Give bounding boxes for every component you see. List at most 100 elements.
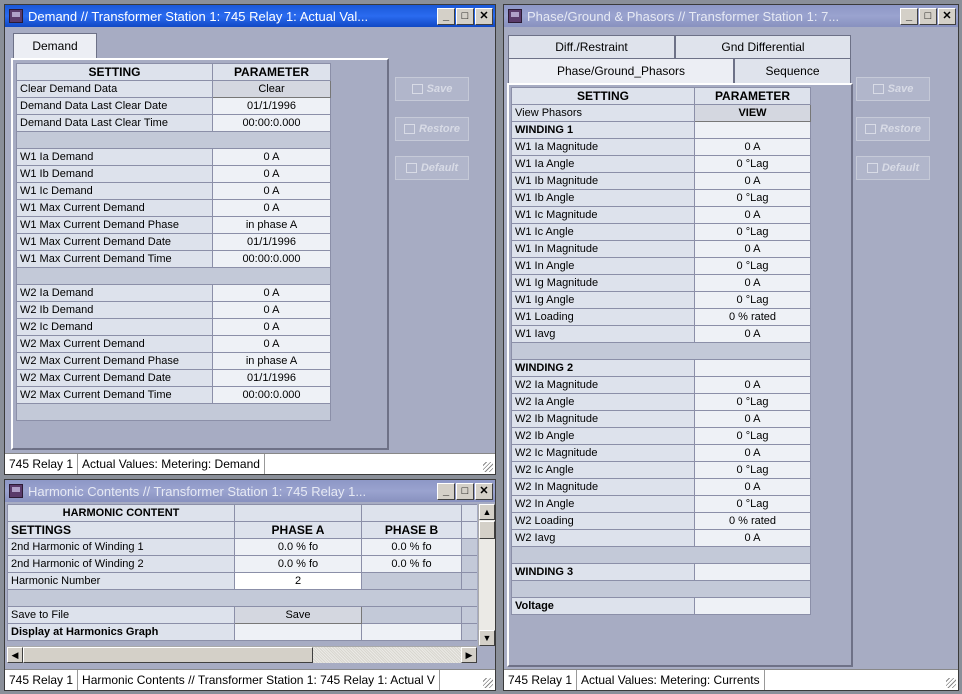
close-button[interactable]: ✕: [475, 482, 493, 500]
setting-cell: W2 Loading: [511, 512, 695, 530]
harmonic-number-input[interactable]: 2: [234, 572, 362, 590]
value-cell: 0 A: [212, 301, 331, 319]
setting-cell: W2 Max Current Demand Date: [16, 369, 213, 387]
setting-cell: W1 Ia Demand: [16, 148, 213, 166]
phase-b-cell: 0.0 % fo: [361, 555, 462, 573]
value-cell: 0 A: [212, 182, 331, 200]
value-cell: 0 °Lag: [694, 427, 811, 445]
restore-button[interactable]: Restore: [395, 117, 469, 141]
scroll-left-arrow-icon[interactable]: ◀: [7, 647, 23, 663]
table-row: W2 Ib Demand 0 A: [16, 301, 331, 319]
table-row: W2 In Angle 0 °Lag: [511, 495, 811, 513]
table-row: W1 Ig Magnitude 0 A: [511, 274, 811, 292]
status-device: 745 Relay 1: [5, 454, 79, 474]
setting-cell: WINDING 2: [511, 359, 695, 377]
tab-gnd-differential[interactable]: Gnd Differential: [675, 35, 851, 58]
window-title: Harmonic Contents // Transformer Station…: [28, 483, 367, 499]
maximize-button[interactable]: □: [456, 482, 474, 500]
table-row: W1 Ib Angle 0 °Lag: [511, 189, 811, 207]
table-row: W1 Ia Demand 0 A: [16, 148, 331, 166]
maximize-button[interactable]: □: [456, 7, 474, 25]
scroll-thumb[interactable]: [479, 521, 495, 539]
setting-cell: Display at Harmonics Graph: [7, 623, 235, 641]
table-row: W2 Ib Angle 0 °Lag: [511, 427, 811, 445]
restore-button[interactable]: Restore: [856, 117, 930, 141]
demand-window: Demand // Transformer Station 1: 745 Rel…: [4, 4, 496, 475]
action-button[interactable]: VIEW: [694, 104, 811, 122]
setting-cell: W1 In Angle: [511, 257, 695, 275]
resize-grip[interactable]: [483, 462, 493, 472]
default-button[interactable]: Default: [395, 156, 469, 180]
minimize-button[interactable]: _: [437, 7, 455, 25]
restore-icon: [404, 124, 416, 134]
setting-cell: W1 Ic Magnitude: [511, 206, 695, 224]
value-cell: 0 A: [694, 240, 811, 258]
value-cell: 0 A: [694, 325, 811, 343]
maximize-button[interactable]: □: [919, 7, 937, 25]
close-button[interactable]: ✕: [475, 7, 493, 25]
save-button[interactable]: Save: [395, 77, 469, 101]
minimize-button[interactable]: _: [437, 482, 455, 500]
resize-grip[interactable]: [483, 678, 493, 688]
value-cell: 0 °Lag: [694, 461, 811, 479]
table-row: View Phasors VIEW: [511, 104, 811, 122]
horizontal-scrollbar[interactable]: ◀ ▶: [7, 646, 477, 663]
phasor-window: Phase/Ground & Phasors // Transformer St…: [503, 4, 959, 691]
scroll-up-arrow-icon[interactable]: ▲: [479, 504, 495, 520]
table-row: W2 Ic Angle 0 °Lag: [511, 461, 811, 479]
scroll-down-arrow-icon[interactable]: ▼: [479, 630, 495, 646]
vertical-scrollbar[interactable]: ▲ ▼: [478, 504, 495, 646]
table-row: Demand Data Last Clear Time 00:00:0.000: [16, 114, 331, 132]
setting-cell: W2 In Angle: [511, 495, 695, 513]
minimize-button[interactable]: _: [900, 7, 918, 25]
tab-sequence[interactable]: Sequence: [734, 58, 851, 83]
value-cell: [694, 359, 811, 377]
save-to-file-button[interactable]: Save: [234, 606, 362, 624]
setting-cell: W1 Ig Magnitude: [511, 274, 695, 292]
value-cell: 0 A: [694, 138, 811, 156]
save-icon: [872, 84, 884, 94]
restore-icon: [865, 124, 877, 134]
table-row: Harmonic Number 2: [7, 572, 477, 590]
tab-phase-ground-phasors[interactable]: Phase/Ground_Phasors: [508, 58, 734, 83]
table-row: [511, 546, 811, 564]
status-bar: 745 Relay 1 Actual Values: Metering: Cur…: [504, 669, 958, 690]
value-cell: [694, 121, 811, 139]
table-row: W1 Ib Magnitude 0 A: [511, 172, 811, 190]
harmonic-titlebar[interactable]: Harmonic Contents // Transformer Station…: [5, 480, 495, 502]
harmonic-window: Harmonic Contents // Transformer Station…: [4, 479, 496, 691]
scroll-right-arrow-icon[interactable]: ▶: [461, 647, 477, 663]
setting-cell: View Phasors: [511, 104, 695, 122]
save-button[interactable]: Save: [856, 77, 930, 101]
setting-cell: WINDING 3: [511, 563, 695, 581]
value-cell: 0 °Lag: [694, 257, 811, 275]
scroll-thumb[interactable]: [23, 647, 313, 663]
demand-titlebar[interactable]: Demand // Transformer Station 1: 745 Rel…: [5, 5, 495, 27]
resize-grip[interactable]: [946, 678, 956, 688]
window-title: Phase/Ground & Phasors // Transformer St…: [527, 8, 840, 24]
table-row: 2nd Harmonic of Winding 1 0.0 % fo 0.0 % f…: [7, 538, 477, 556]
tab-diff-restraint[interactable]: Diff./Restraint: [508, 35, 675, 58]
table-row: Display at Harmonics Graph: [7, 623, 477, 641]
status-path: Actual Values: Metering: Currents: [577, 670, 765, 690]
phase-b-cell: [361, 623, 462, 641]
value-cell: [694, 597, 811, 615]
value-cell: 0 A: [212, 165, 331, 183]
setting-cell: 2nd Harmonic of Winding 1: [7, 538, 235, 556]
table-row: W2 Max Current Demand 0 A: [16, 335, 331, 353]
tab-demand[interactable]: Demand: [13, 33, 97, 58]
filler-cell: [461, 572, 477, 590]
default-button[interactable]: Default: [856, 156, 930, 180]
table-row: WINDING 1: [511, 121, 811, 139]
action-button[interactable]: Clear: [212, 80, 331, 98]
table-row: W1 In Magnitude 0 A: [511, 240, 811, 258]
value-cell: 01/1/1996: [212, 97, 331, 115]
column-header-phase-a: PHASE A: [234, 521, 362, 539]
setting-cell: W1 Max Current Demand: [16, 199, 213, 217]
table-row: [16, 131, 331, 149]
table-row: W2 Ia Angle 0 °Lag: [511, 393, 811, 411]
phasor-titlebar[interactable]: Phase/Ground & Phasors // Transformer St…: [504, 5, 958, 27]
status-bar: 745 Relay 1 Actual Values: Metering: Dem…: [5, 453, 495, 474]
close-button[interactable]: ✕: [938, 7, 956, 25]
table-row: W2 Ic Demand 0 A: [16, 318, 331, 336]
